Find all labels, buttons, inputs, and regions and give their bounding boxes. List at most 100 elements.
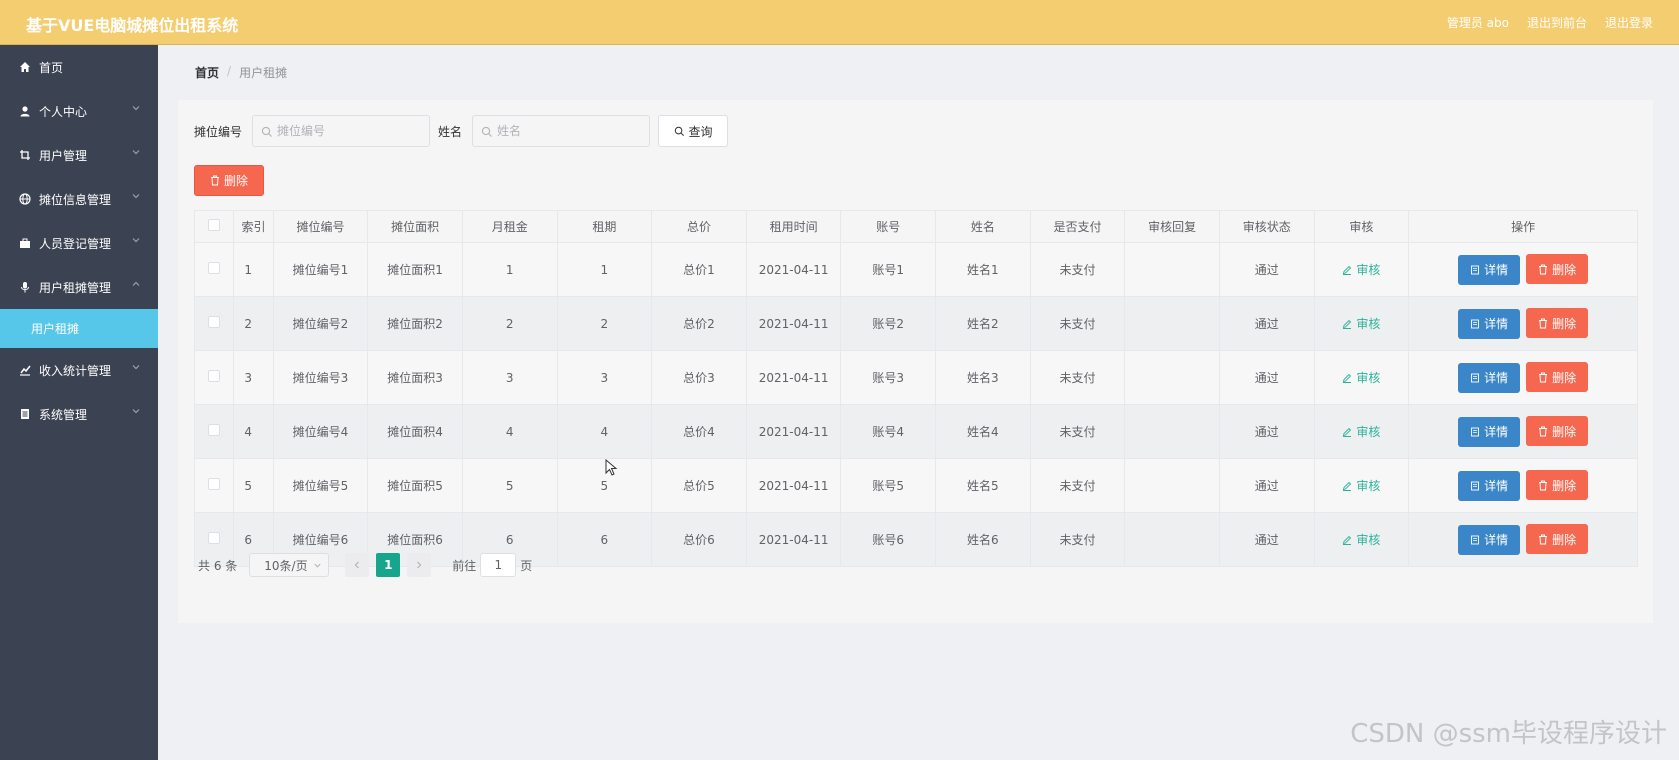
detail-button[interactable]: 详情 [1458, 416, 1521, 447]
row-checkbox[interactable] [208, 478, 221, 490]
cell-status: 通过 [1218, 458, 1315, 513]
detail-button-label: 详情 [1484, 263, 1509, 278]
delete-button[interactable]: 删除 [1526, 524, 1589, 555]
bulk-delete-label: 删除 [223, 174, 248, 188]
chart-icon [19, 364, 31, 376]
cell-total: 总价3 [651, 350, 747, 405]
detail-button[interactable]: 详情 [1458, 524, 1521, 555]
detail-button[interactable]: 详情 [1458, 254, 1521, 285]
row-checkbox[interactable] [208, 424, 221, 436]
cell-index: 1 [233, 242, 274, 297]
detail-button[interactable]: 详情 [1458, 308, 1521, 339]
page-size-select[interactable]: 10条/页 [249, 553, 330, 577]
detail-button-label: 详情 [1484, 479, 1509, 494]
search-icon [674, 126, 684, 136]
cell-account: 账号1 [840, 242, 937, 297]
top-bar: 基于VUE电脑城摊位出租系统 管理员 abo 退出到前台 退出登录 [0, 0, 1679, 45]
detail-button[interactable]: 详情 [1458, 470, 1521, 501]
actions-cell: 详情 删除 [1408, 512, 1638, 567]
cell-stall-no: 摊位编号5 [272, 458, 369, 513]
breadcrumb-home[interactable]: 首页 [195, 64, 219, 81]
row-checkbox[interactable] [208, 532, 221, 544]
row-checkbox[interactable] [208, 316, 221, 328]
sidebar: 首页 个人中心 用户管理 摊位信息管理 人员登记管理 用户租摊管理 用户租摊 收… [0, 45, 158, 760]
delete-button[interactable]: 删除 [1526, 362, 1589, 393]
edit-icon [1343, 535, 1352, 545]
breadcrumb: 首页 / 用户租摊 [195, 64, 287, 81]
sidebar-item-system-management[interactable]: 系统管理 [0, 392, 158, 436]
audit-link[interactable]: 审核 [1342, 261, 1380, 278]
sidebar-item-label: 用户管理 [39, 148, 88, 163]
sidebar-item-label: 收入统计管理 [39, 363, 112, 378]
name-input[interactable] [497, 116, 646, 146]
row-checkbox[interactable] [208, 370, 221, 382]
sidebar-item-personnel-registration[interactable]: 人员登记管理 [0, 221, 158, 265]
current-user[interactable]: 管理员 abo [1447, 14, 1509, 31]
logout-link[interactable]: 退出登录 [1605, 14, 1653, 31]
delete-button[interactable]: 删除 [1526, 470, 1589, 501]
delete-button-label: 删除 [1552, 262, 1577, 277]
table-row: 4 摊位编号4 摊位面积4 4 4 总价4 2021-04-11 账号4 姓名4 未支付 通过 审核详… [193, 404, 1638, 459]
chevron-right-icon [417, 561, 422, 569]
trash-icon [1539, 534, 1548, 545]
detail-icon [1471, 319, 1480, 329]
query-button[interactable]: 查询 [658, 115, 729, 147]
sidebar-item-label: 用户租摊管理 [39, 280, 112, 295]
column-header: 审核状态 [1218, 210, 1315, 243]
audit-link[interactable]: 审核 [1342, 369, 1380, 386]
detail-icon [1471, 427, 1480, 437]
cell-account: 账号2 [840, 296, 937, 351]
detail-button[interactable]: 详情 [1458, 362, 1521, 393]
row-checkbox[interactable] [208, 262, 221, 274]
chevron-down-icon [132, 409, 140, 414]
bulk-delete-button[interactable]: 删除 [194, 165, 264, 196]
sidebar-item-home[interactable]: 首页 [0, 45, 158, 89]
row-select-cell [193, 404, 235, 459]
audit-link[interactable]: 审核 [1342, 477, 1380, 494]
sidebar-item-user-rental-management[interactable]: 用户租摊管理 [0, 265, 158, 309]
total-count: 共 6 条 [198, 558, 238, 573]
column-header: 摊位编号 [272, 210, 369, 243]
sidebar-subitem-user-rental[interactable]: 用户租摊 [0, 309, 158, 348]
prev-page-button[interactable] [345, 553, 370, 577]
sidebar-item-personal-center[interactable]: 个人中心 [0, 89, 158, 133]
delete-button-label: 删除 [1552, 370, 1577, 385]
next-page-button[interactable] [407, 553, 432, 577]
table-row: 5 摊位编号5 摊位面积5 5 5 总价5 2021-04-11 账号5 姓名5 未支付 通过 审核详… [193, 458, 1638, 513]
chevron-down-icon [314, 563, 321, 568]
sidebar-item-user-management[interactable]: 用户管理 [0, 133, 158, 177]
page-size-value: 10条/页 [264, 558, 308, 573]
trash-icon [1539, 264, 1548, 275]
audit-link[interactable]: 审核 [1342, 315, 1380, 332]
cell-date: 2021-04-11 [745, 242, 842, 297]
row-select-cell [193, 242, 235, 297]
stall-no-input[interactable] [277, 116, 426, 146]
mouse-cursor-icon [605, 459, 618, 476]
goto-page-input[interactable] [480, 553, 517, 577]
cell-status: 通过 [1218, 242, 1315, 297]
actions-cell: 详情 删除 [1408, 296, 1638, 351]
column-header: 租用时间 [745, 210, 842, 243]
audit-link[interactable]: 审核 [1342, 423, 1380, 440]
delete-button[interactable]: 删除 [1526, 254, 1589, 285]
select-all-checkbox[interactable] [208, 219, 221, 231]
cell-reply [1124, 242, 1220, 297]
table-row: 1 摊位编号1 摊位面积1 1 1 总价1 2021-04-11 账号1 姓名1 未支付 通过 审核详… [193, 242, 1638, 297]
page-unit-label: 页 [520, 558, 533, 573]
cell-area: 摊位面积2 [367, 296, 463, 351]
cell-term: 3 [556, 350, 653, 405]
delete-button[interactable]: 删除 [1526, 416, 1589, 447]
back-to-front-link[interactable]: 退出到前台 [1527, 14, 1587, 31]
cell-total: 总价5 [651, 458, 747, 513]
audit-link-label: 审核 [1356, 479, 1381, 493]
sidebar-item-stall-info-management[interactable]: 摊位信息管理 [0, 177, 158, 221]
pagination: 共 6 条 10条/页 1 前往 页 [198, 553, 532, 577]
search-icon [261, 126, 272, 137]
page-number-current[interactable]: 1 [376, 553, 401, 577]
goto-label: 前往 [452, 558, 477, 573]
table-row: 3 摊位编号3 摊位面积3 3 3 总价3 2021-04-11 账号3 姓名3 未支付 通过 审核详… [193, 350, 1638, 405]
audit-link[interactable]: 审核 [1342, 531, 1380, 548]
delete-button[interactable]: 删除 [1526, 308, 1589, 339]
cell-name: 姓名2 [935, 296, 1031, 351]
sidebar-item-income-statistics[interactable]: 收入统计管理 [0, 348, 158, 392]
